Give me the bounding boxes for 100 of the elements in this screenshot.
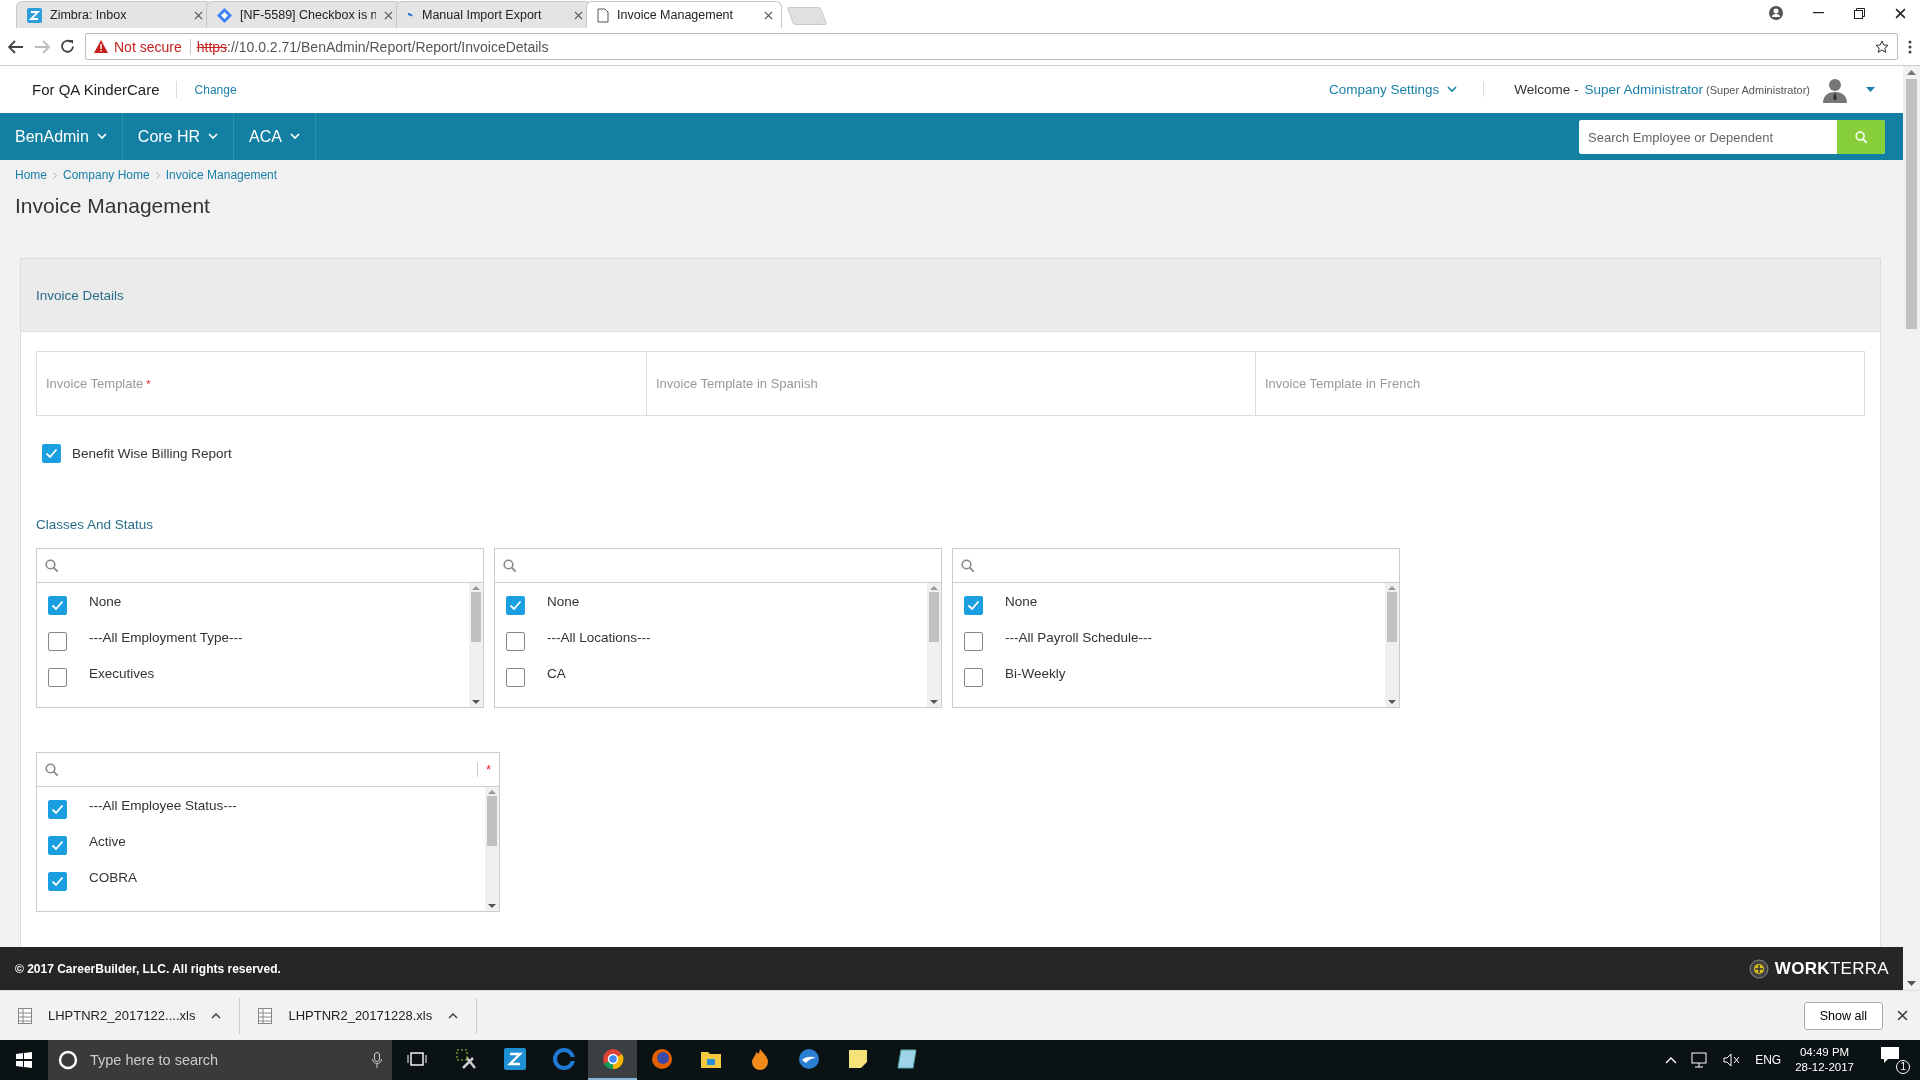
address-bar[interactable]: Not secure https://10.0.2.71/BenAdmin/Report/Report/InvoiceDetails <box>85 33 1898 60</box>
checkbox[interactable] <box>48 799 67 819</box>
checkbox[interactable] <box>48 835 67 855</box>
section-title: Classes And Status <box>36 517 155 532</box>
message-icon <box>1880 1046 1900 1064</box>
company-settings-menu[interactable]: Company Settings <box>1328 82 1485 97</box>
network-icon[interactable] <box>1691 1052 1710 1068</box>
list-item-label: None <box>547 593 580 609</box>
scroll-down-icon[interactable] <box>488 904 496 909</box>
checkbox[interactable] <box>48 595 67 615</box>
scroll-down-icon[interactable] <box>1388 700 1396 705</box>
checkbox[interactable] <box>964 667 983 687</box>
app-icon <box>503 1048 526 1070</box>
taskbar-app[interactable] <box>588 1040 637 1080</box>
company-name: For QA KinderCare <box>32 81 177 98</box>
chevron-up-icon[interactable] <box>211 1012 222 1019</box>
checkbox[interactable] <box>48 667 67 687</box>
spreadsheet-icon <box>258 1007 273 1024</box>
checkbox[interactable] <box>506 667 525 687</box>
reload-icon[interactable] <box>60 39 75 54</box>
diamond-icon <box>217 7 232 23</box>
check-icon <box>51 839 64 851</box>
scrollbar-thumb[interactable] <box>487 796 497 846</box>
check-icon <box>45 448 58 459</box>
chevron-right-icon <box>155 171 160 179</box>
user-role: (Super Administrator) <box>1706 83 1810 96</box>
clock[interactable]: 04:49 PM 28-12-2017 <box>1795 1045 1854 1075</box>
close-icon[interactable] <box>764 10 773 20</box>
scrollbar-thumb[interactable] <box>929 592 939 642</box>
chevron-up-icon[interactable] <box>448 1012 459 1019</box>
show-all-button[interactable]: Show all <box>1803 1001 1883 1030</box>
copyright-text: © 2017 CareerBuilder, LLC. All rights reserved. <box>15 961 281 976</box>
warning-icon <box>94 40 108 53</box>
close-icon[interactable] <box>1895 7 1906 19</box>
browser-tab[interactable]: Invoice Management <box>586 1 782 28</box>
dropdown-caret-icon[interactable] <box>1866 87 1875 92</box>
close-icon[interactable] <box>1897 1010 1908 1021</box>
checkbox[interactable] <box>48 631 67 651</box>
check-icon <box>509 599 522 611</box>
employee-search-field[interactable]: Search Employee or Dependent <box>1579 120 1885 154</box>
list-item-label: None <box>89 593 122 609</box>
download-item[interactable]: LHPTNR2_20171228.xls <box>240 997 478 1034</box>
chevron-right-icon <box>53 171 57 179</box>
app-icon <box>27 7 42 23</box>
download-item[interactable]: LHPTNR2_2017122....xls <box>0 997 241 1034</box>
note-icon <box>847 1049 868 1069</box>
scrollbar-thumb[interactable] <box>471 592 481 642</box>
scroll-down-icon[interactable] <box>472 700 480 705</box>
folder-icon <box>699 1049 722 1069</box>
minimize-icon[interactable] <box>1813 12 1824 14</box>
checkbox[interactable] <box>506 595 525 615</box>
account-icon[interactable] <box>1769 6 1783 20</box>
scrollbar-thumb[interactable] <box>1387 592 1397 642</box>
bookmark-star-icon[interactable] <box>1875 39 1889 54</box>
search-field[interactable]: * <box>37 753 499 787</box>
chevron-down-icon <box>289 133 300 140</box>
search-icon <box>503 558 517 573</box>
task-view-icon <box>406 1051 427 1067</box>
breadcrumb-link[interactable]: Company Home <box>63 168 150 182</box>
browser-icon <box>650 1048 673 1070</box>
search-input[interactable]: Type here to search <box>88 1051 362 1069</box>
checkbox[interactable] <box>42 444 61 463</box>
notepad-icon <box>895 1048 918 1070</box>
menu-icon[interactable] <box>1908 39 1912 54</box>
checkbox[interactable] <box>964 595 983 615</box>
spreadsheet-icon <box>18 1007 32 1024</box>
restore-icon[interactable] <box>1854 7 1865 19</box>
tools-icon <box>454 1048 477 1070</box>
browser-icon <box>601 1048 624 1070</box>
list-item-label: Active <box>89 833 126 849</box>
checkbox[interactable] <box>964 631 983 651</box>
flame-icon <box>749 1048 770 1070</box>
check-icon <box>51 803 64 815</box>
checkbox[interactable] <box>48 871 67 891</box>
scroll-down-icon[interactable] <box>930 700 938 705</box>
scroll-down-icon[interactable] <box>1907 981 1916 986</box>
back-icon[interactable] <box>8 39 24 54</box>
scroll-up-icon[interactable] <box>1907 70 1916 75</box>
list-item-label: COBRA <box>89 869 137 885</box>
list-item-label: CA <box>547 665 566 681</box>
mute-icon[interactable] <box>1723 1053 1742 1067</box>
list-item-label: None <box>1005 593 1038 609</box>
avatar-icon[interactable] <box>1822 76 1848 103</box>
loading-icon <box>407 12 414 18</box>
language-indicator[interactable]: ENG <box>1755 1053 1782 1067</box>
taskbar-search-field[interactable]: Type here to search <box>48 1040 392 1080</box>
bird-icon <box>797 1048 820 1070</box>
breadcrumb-link[interactable]: Invoice Management <box>165 168 278 182</box>
user-name-link[interactable]: Super Administrator <box>1584 82 1704 97</box>
breadcrumb-link[interactable]: Home <box>15 168 47 182</box>
change-link[interactable]: Change <box>194 82 237 97</box>
required-mark: * <box>476 762 491 777</box>
notifications-button[interactable]: 1 <box>1880 1046 1910 1074</box>
search-icon <box>45 762 59 777</box>
brand-logo: WORKTERRA <box>1774 958 1889 979</box>
scrollbar-thumb[interactable] <box>1906 79 1917 329</box>
checkbox[interactable] <box>506 631 525 651</box>
browser-icon <box>552 1048 575 1070</box>
notification-count: 1 <box>1896 1060 1910 1074</box>
microphone-icon[interactable] <box>372 1052 382 1068</box>
